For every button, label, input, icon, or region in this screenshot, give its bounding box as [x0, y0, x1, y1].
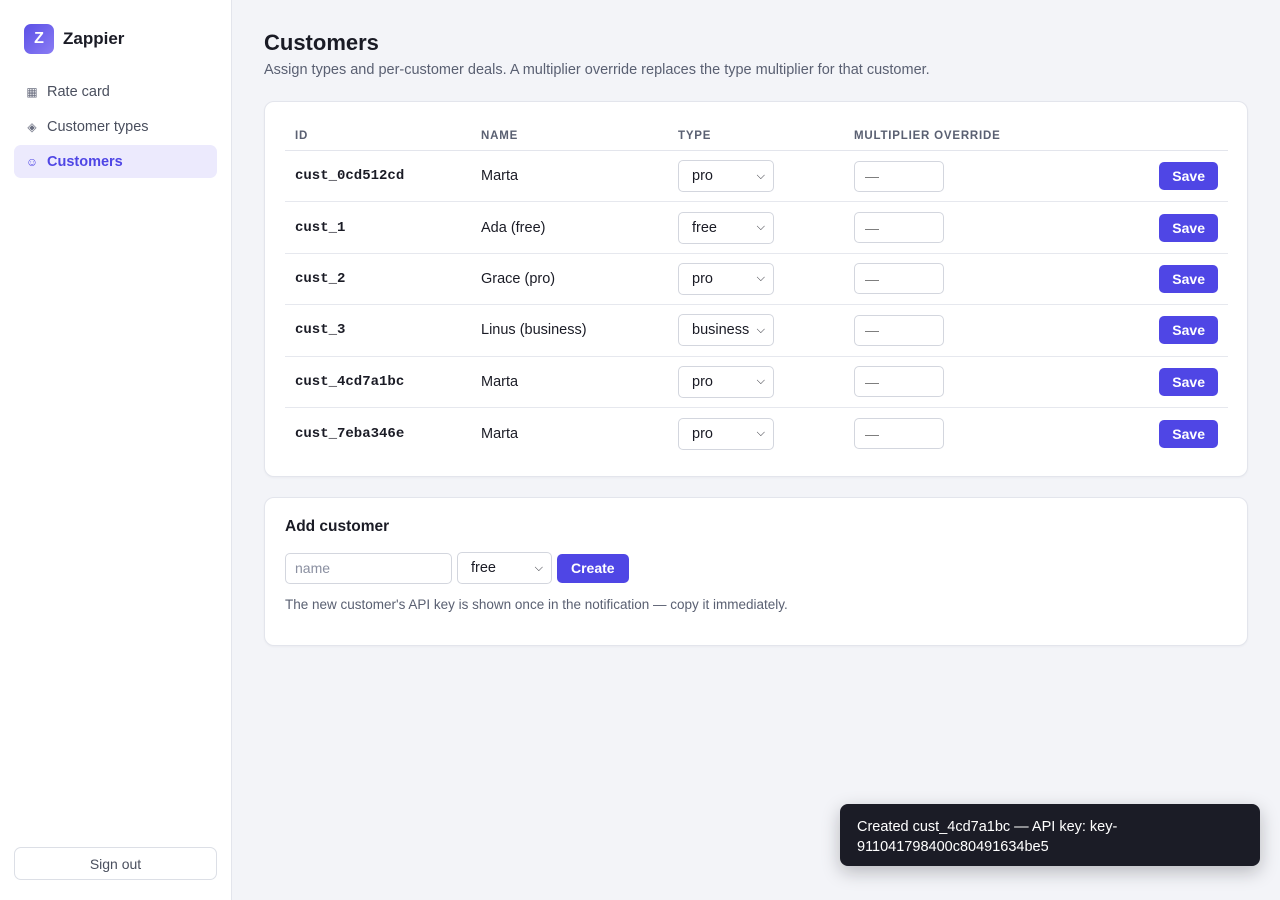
save-button[interactable]: Save: [1159, 264, 1218, 293]
type-select[interactable]: free ⌵: [678, 211, 774, 244]
save-button[interactable]: Save: [1159, 316, 1218, 345]
type-select[interactable]: business ⌵: [678, 314, 774, 347]
customers-table: ID Name Type Multiplier override cust_0c…: [285, 122, 1228, 459]
column-header-id: ID: [295, 130, 309, 142]
multiplier-override-input[interactable]: [854, 314, 944, 346]
chevron-down-icon: ⌵: [756, 221, 765, 234]
customer-name: Linus (business): [481, 322, 587, 339]
multiplier-override-input[interactable]: [854, 263, 944, 295]
chevron-down-icon: ⌵: [756, 169, 765, 182]
table-row: cust_3 Linus (business) business ⌵ Save: [285, 305, 1228, 357]
toast-message: Created cust_4cd7a1bc — API key: key-911…: [857, 819, 1118, 855]
page-subtitle: Assign types and per-customer deals. A m…: [264, 62, 930, 78]
chevron-down-icon: ⌵: [756, 272, 765, 285]
type-select-value: pro: [692, 168, 713, 185]
sidebar-item-customer-types[interactable]: ◈ Customer types: [14, 110, 217, 143]
type-select[interactable]: pro ⌵: [678, 365, 774, 398]
save-button[interactable]: Save: [1159, 162, 1218, 191]
customer-name: Marta: [481, 425, 519, 442]
add-customer-form: free ⌵ Create: [285, 552, 629, 584]
chevron-down-icon: ⌵: [534, 561, 543, 574]
customers-table-card: ID Name Type Multiplier override cust_0c…: [264, 101, 1248, 477]
type-select-value: free: [692, 219, 717, 236]
sidebar-nav: ▦ Rate card ◈ Customer types ☺ Customers: [14, 75, 217, 180]
api-key-hint: The new customer's API key is shown once…: [285, 597, 788, 612]
customer-name-input[interactable]: [285, 552, 452, 584]
add-customer-title: Add customer: [285, 518, 390, 535]
notification-toast: Created cust_4cd7a1bc — API key: key-911…: [840, 804, 1260, 866]
chevron-down-icon: ⌵: [756, 375, 765, 388]
table-row: cust_0cd512cd Marta pro ⌵ Save: [285, 151, 1228, 203]
column-header-name: Name: [481, 130, 519, 142]
diamond-icon: ◈: [27, 119, 37, 134]
type-select[interactable]: pro ⌵: [678, 262, 774, 295]
app-name: Zappier: [63, 29, 125, 48]
customer-name: Ada (free): [481, 219, 546, 236]
new-customer-type-select[interactable]: free ⌵: [457, 552, 552, 584]
multiplier-override-input[interactable]: [854, 366, 944, 398]
customer-id: cust_0cd512cd: [295, 168, 405, 185]
create-button[interactable]: Create: [557, 553, 629, 583]
customer-id: cust_4cd7a1bc: [295, 373, 405, 390]
sidebar: Z Zappier ▦ Rate card ◈ Customer types ☺…: [0, 0, 232, 900]
customer-name: Marta: [481, 373, 519, 390]
type-select[interactable]: pro ⌵: [678, 160, 774, 193]
type-select-value: free: [471, 560, 496, 576]
brand: Z Zappier: [24, 24, 124, 54]
chevron-down-icon: ⌵: [756, 323, 765, 336]
save-button[interactable]: Save: [1159, 419, 1218, 448]
table-row: cust_2 Grace (pro) pro ⌵ Save: [285, 254, 1228, 306]
multiplier-override-input[interactable]: [854, 212, 944, 244]
grid-icon: ▦: [26, 84, 38, 99]
save-button[interactable]: Save: [1159, 213, 1218, 242]
sidebar-item-label: Rate card: [47, 83, 110, 100]
table-row: cust_7eba346e Marta pro ⌵ Save: [285, 408, 1228, 459]
type-select[interactable]: pro ⌵: [678, 417, 774, 450]
customer-id: cust_1: [295, 219, 346, 236]
sidebar-item-customers[interactable]: ☺ Customers: [14, 145, 217, 178]
app-logo-icon: Z: [24, 24, 54, 54]
type-select-value: pro: [692, 270, 713, 287]
customer-id: cust_2: [295, 270, 346, 287]
sidebar-item-rate-card[interactable]: ▦ Rate card: [14, 75, 217, 108]
customer-name: Grace (pro): [481, 270, 556, 287]
table-row: cust_1 Ada (free) free ⌵ Save: [285, 202, 1228, 254]
type-select-value: pro: [692, 425, 713, 442]
table-row: cust_4cd7a1bc Marta pro ⌵ Save: [285, 357, 1228, 408]
type-select-value: business: [692, 322, 750, 339]
add-customer-card: Add customer free ⌵ Create The new custom…: [264, 497, 1248, 646]
customer-id: cust_7eba346e: [295, 425, 405, 442]
column-header-multiplier: Multiplier override: [854, 130, 1001, 142]
smiley-icon: ☺: [25, 154, 39, 169]
multiplier-override-input[interactable]: [854, 160, 944, 192]
sign-out-button[interactable]: Sign out: [14, 847, 217, 880]
page-title: Customers: [264, 30, 379, 55]
save-button[interactable]: Save: [1159, 367, 1218, 396]
multiplier-override-input[interactable]: [854, 418, 944, 450]
chevron-down-icon: ⌵: [756, 427, 765, 440]
sidebar-item-label: Customer types: [47, 118, 149, 135]
type-select-value: pro: [692, 373, 713, 390]
column-header-type: Type: [678, 130, 712, 142]
customer-id: cust_3: [295, 322, 346, 339]
table-header: ID Name Type Multiplier override: [285, 122, 1228, 151]
sidebar-item-label: Customers: [47, 153, 123, 170]
customer-name: Marta: [481, 168, 519, 185]
